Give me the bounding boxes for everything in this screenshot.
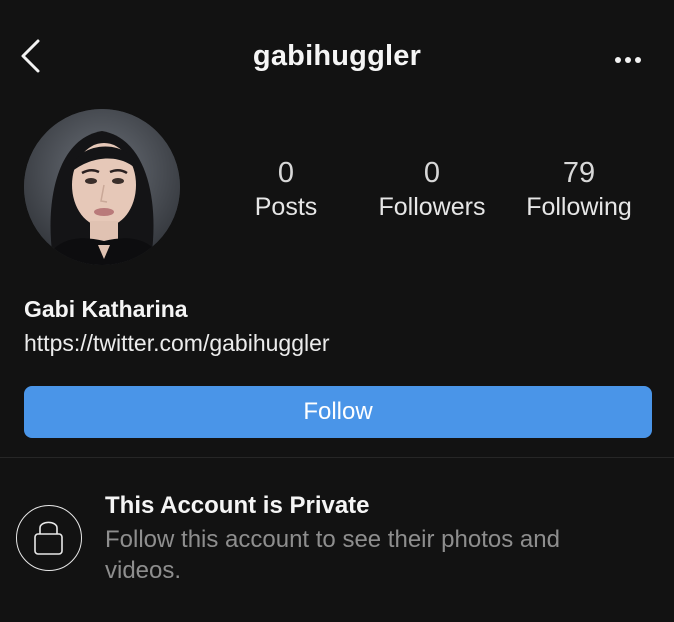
following-stat[interactable]: 79 Following bbox=[504, 156, 654, 224]
followers-count: 0 bbox=[423, 157, 441, 189]
following-count: 79 bbox=[562, 157, 596, 189]
posts-label: Posts bbox=[254, 193, 318, 221]
followers-label: Followers bbox=[378, 193, 486, 221]
profile-username-title: gabihuggler bbox=[252, 40, 422, 72]
profile-photo bbox=[24, 109, 180, 265]
follow-button[interactable]: Follow bbox=[24, 386, 652, 438]
posts-count: 0 bbox=[277, 157, 295, 189]
following-label: Following bbox=[526, 193, 632, 221]
profile-avatar[interactable] bbox=[24, 109, 180, 265]
ellipsis-icon bbox=[615, 57, 641, 63]
lock-badge bbox=[16, 505, 82, 571]
followers-stat[interactable]: 0 Followers bbox=[357, 156, 507, 224]
private-account-subtitle: Follow this account to see their photos … bbox=[105, 526, 560, 584]
profile-full-name: Gabi Katharina bbox=[24, 296, 188, 322]
private-account-title: This Account is Private bbox=[105, 492, 370, 519]
posts-stat[interactable]: 0 Posts bbox=[211, 156, 361, 224]
profile-header: gabihuggler bbox=[0, 0, 674, 110]
lock-icon bbox=[34, 521, 63, 555]
more-options-button[interactable] bbox=[606, 46, 650, 74]
profile-website-link[interactable]: https://twitter.com/gabihuggler bbox=[24, 330, 330, 357]
section-divider bbox=[0, 457, 674, 458]
